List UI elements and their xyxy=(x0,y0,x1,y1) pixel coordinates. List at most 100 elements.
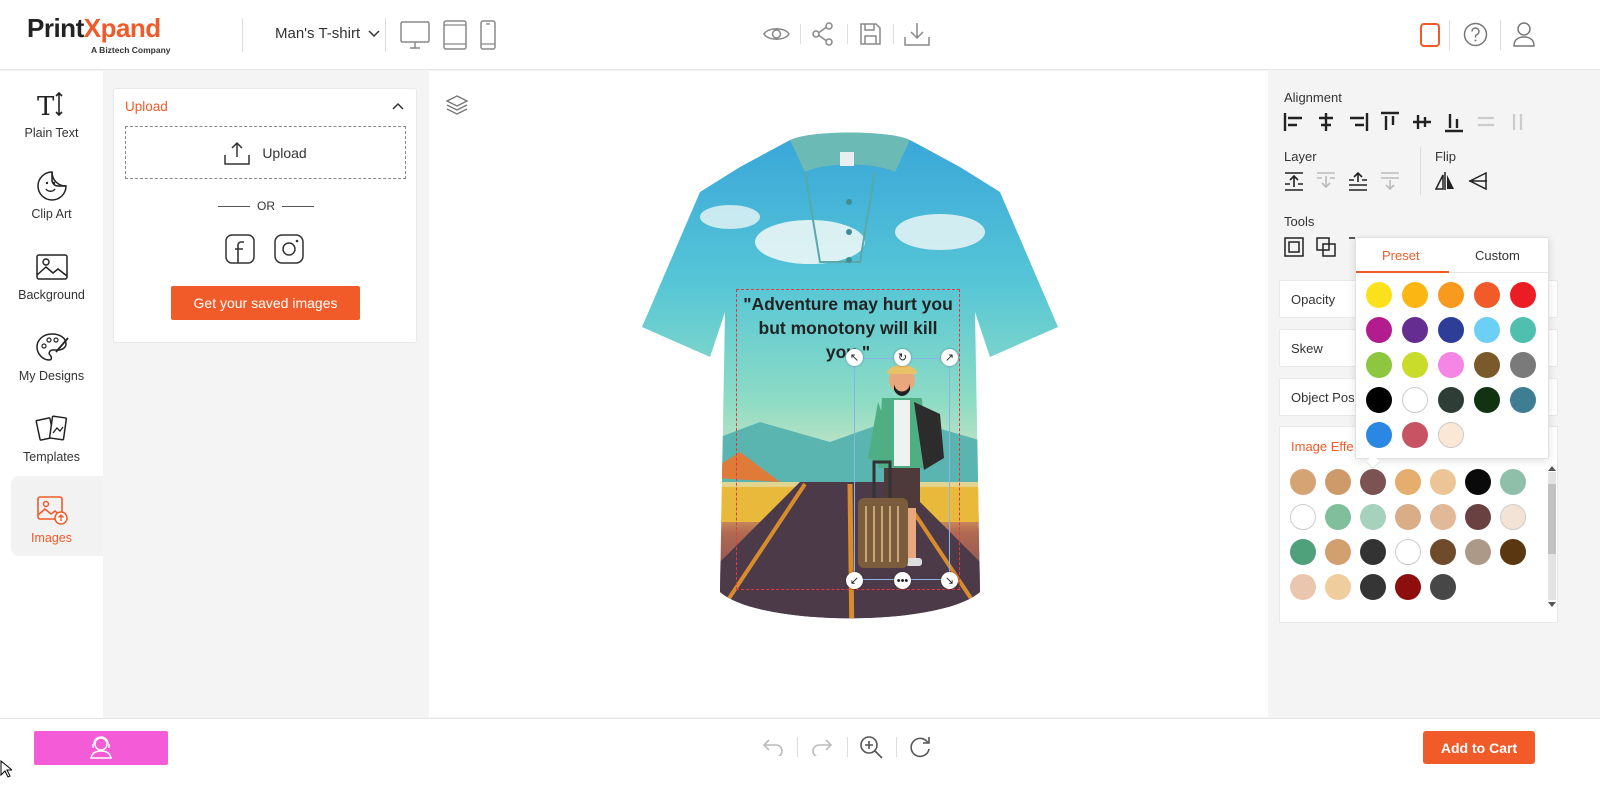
preset-color-swatch[interactable] xyxy=(1366,282,1392,308)
effect-color-swatch[interactable] xyxy=(1360,574,1386,600)
undo-icon[interactable] xyxy=(761,735,785,759)
preset-color-swatch[interactable] xyxy=(1402,317,1428,343)
chevron-up-icon[interactable] xyxy=(392,102,404,110)
effect-color-swatch[interactable] xyxy=(1500,469,1526,495)
preset-color-swatch[interactable] xyxy=(1510,317,1536,343)
effect-color-swatch[interactable] xyxy=(1395,469,1421,495)
layers-icon[interactable] xyxy=(445,93,469,117)
align-top-icon[interactable] xyxy=(1379,111,1401,133)
effect-color-swatch[interactable] xyxy=(1395,504,1421,530)
preset-color-swatch[interactable] xyxy=(1510,387,1536,413)
effect-color-swatch[interactable] xyxy=(1325,469,1351,495)
tablet-icon[interactable] xyxy=(442,19,467,50)
bring-forward-icon[interactable] xyxy=(1283,170,1305,192)
effect-color-swatch[interactable] xyxy=(1290,539,1316,565)
help-icon[interactable] xyxy=(1462,21,1488,47)
preset-color-swatch[interactable] xyxy=(1366,352,1392,378)
rotate-icon[interactable]: ↻ xyxy=(894,349,911,366)
send-backward-icon[interactable] xyxy=(1315,170,1337,192)
align-middle-icon[interactable] xyxy=(1411,111,1433,133)
preset-color-swatch[interactable] xyxy=(1366,317,1392,343)
effect-color-swatch[interactable] xyxy=(1290,469,1316,495)
effect-color-swatch[interactable] xyxy=(1465,504,1491,530)
color-swatch-icon[interactable] xyxy=(1419,22,1441,48)
preset-color-swatch[interactable] xyxy=(1366,422,1392,448)
sidebar-item-background[interactable]: Background xyxy=(0,233,103,313)
tab-preset[interactable]: Preset xyxy=(1382,248,1420,263)
preset-color-swatch[interactable] xyxy=(1438,282,1464,308)
effect-color-swatch[interactable] xyxy=(1465,469,1491,495)
facebook-icon[interactable] xyxy=(225,234,255,264)
sidebar-item-templates[interactable]: Templates xyxy=(0,395,103,475)
effect-color-swatch[interactable] xyxy=(1465,539,1491,565)
effect-color-swatch[interactable] xyxy=(1360,504,1386,530)
save-icon[interactable] xyxy=(859,22,882,46)
align-right-icon[interactable] xyxy=(1347,111,1369,133)
align-left-icon[interactable] xyxy=(1283,111,1305,133)
preset-color-swatch[interactable] xyxy=(1402,282,1428,308)
preset-color-swatch[interactable] xyxy=(1402,387,1428,413)
align-bottom-icon[interactable] xyxy=(1443,111,1465,133)
redo-icon[interactable] xyxy=(810,735,834,759)
add-to-cart-button[interactable]: Add to Cart xyxy=(1423,731,1535,764)
scrollbar-thumb[interactable] xyxy=(1548,484,1556,554)
preset-color-swatch[interactable] xyxy=(1510,282,1536,308)
bring-to-front-icon[interactable] xyxy=(1347,170,1369,192)
download-icon[interactable] xyxy=(903,21,931,47)
upload-dropzone[interactable]: Upload xyxy=(125,126,406,179)
preset-color-swatch[interactable] xyxy=(1474,352,1500,378)
logo[interactable]: PrintXpand A Biztech Company xyxy=(27,14,171,55)
preset-color-swatch[interactable] xyxy=(1438,422,1464,448)
share-icon[interactable] xyxy=(811,21,835,47)
product-select[interactable]: Man's T-shirt xyxy=(275,25,380,42)
copy-icon[interactable] xyxy=(1315,236,1337,258)
distribute-horizontal-icon[interactable] xyxy=(1475,111,1497,133)
duplicate-icon[interactable] xyxy=(1283,236,1305,258)
flip-horizontal-icon[interactable] xyxy=(1434,170,1456,192)
user-icon[interactable] xyxy=(1511,20,1537,48)
preset-color-swatch[interactable] xyxy=(1402,352,1428,378)
sidebar-item-plain-text[interactable]: T Plain Text xyxy=(0,71,103,151)
preset-color-swatch[interactable] xyxy=(1438,387,1464,413)
preset-color-swatch[interactable] xyxy=(1474,282,1500,308)
image-selection-box[interactable] xyxy=(854,358,950,580)
effect-color-swatch[interactable] xyxy=(1430,539,1456,565)
effect-color-swatch[interactable] xyxy=(1360,539,1386,565)
preset-color-swatch[interactable] xyxy=(1366,387,1392,413)
effect-color-swatch[interactable] xyxy=(1360,469,1386,495)
effect-color-swatch[interactable] xyxy=(1325,539,1351,565)
preset-color-swatch[interactable] xyxy=(1474,387,1500,413)
sidebar-item-clip-art[interactable]: Clip Art xyxy=(0,152,103,232)
scroll-down-icon[interactable] xyxy=(1548,602,1556,608)
preset-color-swatch[interactable] xyxy=(1510,352,1536,378)
preset-color-swatch[interactable] xyxy=(1438,317,1464,343)
sidebar-item-images[interactable]: Images xyxy=(11,476,103,556)
flip-vertical-icon[interactable] xyxy=(1467,170,1489,192)
resize-handle-top-right[interactable]: ↗ xyxy=(941,349,958,366)
preset-color-swatch[interactable] xyxy=(1402,422,1428,448)
mobile-icon[interactable] xyxy=(479,19,496,50)
effects-scrollbar[interactable] xyxy=(1548,472,1556,600)
effect-color-swatch[interactable] xyxy=(1500,504,1526,530)
align-center-icon[interactable] xyxy=(1315,111,1337,133)
more-options-icon[interactable]: ••• xyxy=(894,572,911,589)
customer-support-button[interactable] xyxy=(34,731,168,765)
effect-color-swatch[interactable] xyxy=(1430,574,1456,600)
scroll-up-icon[interactable] xyxy=(1548,465,1556,471)
desktop-icon[interactable] xyxy=(399,20,431,50)
refresh-icon[interactable] xyxy=(907,734,933,760)
effect-color-swatch[interactable] xyxy=(1430,504,1456,530)
send-to-back-icon[interactable] xyxy=(1379,170,1401,192)
preset-color-swatch[interactable] xyxy=(1438,352,1464,378)
effect-color-swatch[interactable] xyxy=(1325,504,1351,530)
effect-color-swatch[interactable] xyxy=(1430,469,1456,495)
preview-eye-icon[interactable] xyxy=(762,22,790,46)
preset-color-swatch[interactable] xyxy=(1474,317,1500,343)
resize-handle-top-left[interactable]: ↖ xyxy=(846,349,863,366)
effect-color-swatch[interactable] xyxy=(1290,504,1316,530)
effect-color-swatch[interactable] xyxy=(1395,539,1421,565)
effect-color-swatch[interactable] xyxy=(1290,574,1316,600)
get-saved-images-button[interactable]: Get your saved images xyxy=(171,286,360,320)
instagram-icon[interactable] xyxy=(274,234,304,264)
tab-custom[interactable]: Custom xyxy=(1475,248,1520,263)
